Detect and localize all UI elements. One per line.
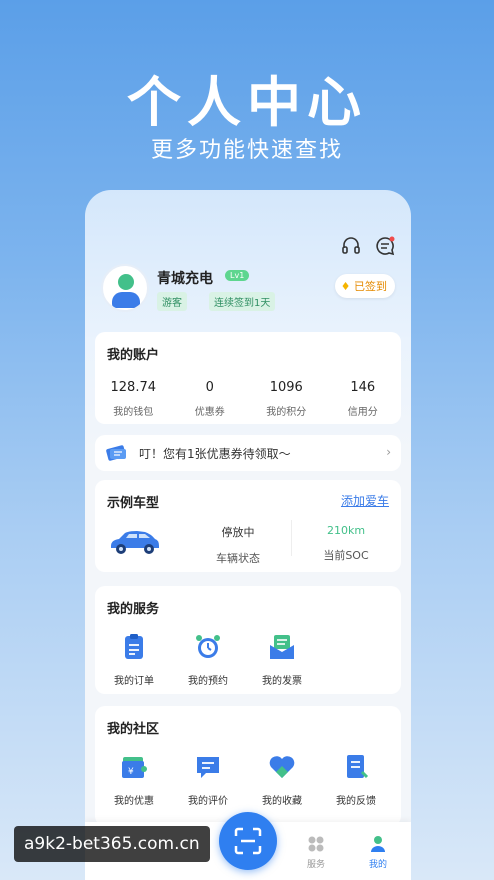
order-icon bbox=[119, 632, 149, 662]
points-label: 我的积分 bbox=[266, 407, 307, 418]
tab-service[interactable]: 服务 bbox=[291, 835, 341, 870]
notice-text: 叮！您有1张优惠券待领取～ bbox=[139, 447, 291, 461]
comment-icon bbox=[193, 752, 223, 782]
ticket-icon bbox=[105, 443, 129, 463]
community-title: 我的社区 bbox=[107, 718, 160, 740]
car-status-value: 停放中 bbox=[221, 526, 255, 539]
tab-mine-label: 我的 bbox=[368, 860, 387, 870]
wallet-item[interactable]: 128.74 我的钱包 bbox=[95, 380, 172, 418]
community-card: 我的社区 ¥ 我的优惠 我的评价 我的收藏 我的反馈 bbox=[95, 706, 401, 826]
tab-service-label: 服务 bbox=[306, 860, 325, 870]
services-title: 我的服务 bbox=[107, 598, 160, 620]
my-favorites-label: 我的收藏 bbox=[262, 796, 302, 807]
car-status: 停放中 车辆状态 bbox=[193, 524, 283, 566]
hero-subtitle: 更多功能快速查找 bbox=[150, 138, 343, 163]
invoice-icon bbox=[267, 632, 297, 662]
my-feedback-label: 我的反馈 bbox=[336, 796, 376, 807]
services-card: 我的服务 我的订单 我的预约 我的发票 bbox=[95, 586, 401, 694]
add-car-link[interactable]: 添加爱车 bbox=[341, 492, 389, 509]
coupon-icon: ¥ bbox=[119, 752, 149, 782]
my-invoices-button[interactable]: 我的发票 bbox=[245, 632, 319, 687]
my-invoices-label: 我的发票 bbox=[262, 676, 302, 687]
car-status-label: 车辆状态 bbox=[216, 552, 260, 565]
signed-in-button[interactable]: ♦ 已签到 bbox=[334, 274, 395, 298]
message-icon[interactable] bbox=[375, 236, 395, 256]
scan-button[interactable] bbox=[219, 812, 277, 870]
car-soc: 210km 当前SOC bbox=[301, 524, 391, 563]
credit-label: 信用分 bbox=[347, 407, 378, 418]
scan-icon bbox=[234, 827, 262, 859]
car-icon bbox=[107, 528, 161, 556]
account-title: 我的账户 bbox=[107, 344, 160, 366]
account-card: 我的账户 128.74 我的钱包 0 优惠券 1096 我的积分 146 信用分 bbox=[95, 332, 401, 424]
top-actions bbox=[341, 236, 395, 256]
svg-text:¥: ¥ bbox=[128, 767, 134, 777]
headset-icon[interactable] bbox=[341, 236, 361, 256]
signin-streak-tag: 连续签到1天 bbox=[209, 292, 276, 311]
my-orders-label: 我的订单 bbox=[114, 676, 154, 687]
tab-mine[interactable]: 我的 bbox=[353, 835, 403, 870]
grid-icon bbox=[307, 835, 325, 853]
soc-value: 210km bbox=[326, 524, 366, 537]
phone-screen: 青城充电 Lv1 游客 连续签到1天 ♦ 已签到 我的账户 128.74 我的钱… bbox=[85, 190, 411, 880]
avatar[interactable] bbox=[101, 264, 149, 312]
profile-header: 青城充电 Lv1 游客 连续签到1天 ♦ 已签到 bbox=[101, 264, 399, 314]
signed-in-label: 已签到 bbox=[354, 280, 387, 293]
credit-item[interactable]: 146 信用分 bbox=[325, 380, 402, 418]
my-orders-button[interactable]: 我的订单 bbox=[97, 632, 171, 687]
coupon-notice[interactable]: 叮！您有1张优惠券待领取～ › bbox=[95, 435, 401, 471]
divider bbox=[291, 520, 292, 556]
coupon-item[interactable]: 0 优惠券 bbox=[172, 380, 249, 418]
my-reservations-button[interactable]: 我的预约 bbox=[171, 632, 245, 687]
chevron-right-icon: › bbox=[386, 445, 391, 459]
my-feedback-button[interactable]: 我的反馈 bbox=[319, 752, 393, 807]
heart-icon bbox=[267, 752, 297, 782]
alarm-clock-icon bbox=[193, 632, 223, 662]
watermark-banner: a9k2-bet365.com.cn bbox=[14, 826, 210, 862]
my-favorites-button[interactable]: 我的收藏 bbox=[245, 752, 319, 807]
level-badge: Lv1 bbox=[225, 270, 250, 281]
guest-tag: 游客 bbox=[157, 292, 187, 311]
my-reviews-button[interactable]: 我的评价 bbox=[171, 752, 245, 807]
my-discounts-label: 我的优惠 bbox=[114, 796, 154, 807]
coupon-value: 0 bbox=[205, 380, 214, 395]
car-card: 示例车型 添加爱车 停放中 车辆状态 210km 当前SOC bbox=[95, 480, 401, 572]
diamond-icon: ♦ bbox=[340, 280, 351, 293]
points-item[interactable]: 1096 我的积分 bbox=[248, 380, 325, 418]
feedback-icon bbox=[341, 752, 371, 782]
coupon-label: 优惠券 bbox=[194, 407, 225, 418]
my-reservations-label: 我的预约 bbox=[188, 676, 228, 687]
user-name: 青城充电 bbox=[157, 271, 213, 287]
credit-value: 146 bbox=[350, 380, 376, 395]
my-reviews-label: 我的评价 bbox=[188, 796, 228, 807]
wallet-label: 我的钱包 bbox=[113, 407, 154, 418]
car-title: 示例车型 bbox=[107, 492, 160, 514]
user-icon bbox=[369, 835, 387, 853]
points-value: 1096 bbox=[269, 380, 303, 395]
soc-label: 当前SOC bbox=[323, 549, 369, 562]
hero-title: 个人中心 bbox=[127, 71, 367, 134]
my-discounts-button[interactable]: ¥ 我的优惠 bbox=[97, 752, 171, 807]
wallet-value: 128.74 bbox=[110, 380, 157, 395]
